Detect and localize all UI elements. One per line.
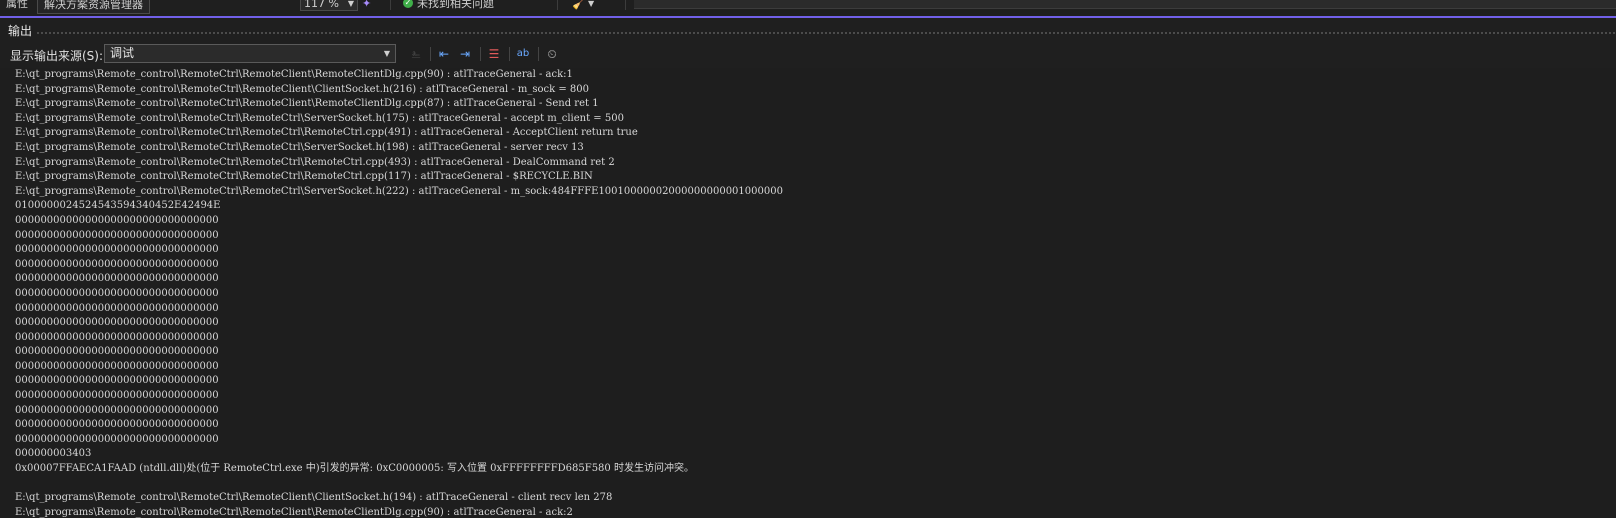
output-line: 00000000000000000000000000000000: [15, 419, 219, 431]
output-line: 00000000000000000000000000000000: [15, 346, 219, 358]
output-line: 00000000000000000000000000000000: [15, 287, 219, 299]
output-line: 00000000000000000000000000000000: [15, 331, 219, 343]
output-line: 00000000000000000000000000000000: [15, 258, 219, 270]
output-line: 00000000000000000000000000000000: [15, 302, 219, 314]
output-line: 00000000000000000000000000000000: [15, 244, 219, 256]
output-line: E:\qt_programs\Remote_control\RemoteCtrl…: [15, 98, 599, 110]
output-line: 000000003403: [15, 448, 92, 460]
output-line: E:\qt_programs\Remote_control\RemoteCtrl…: [15, 506, 573, 518]
output-line: E:\qt_programs\Remote_control\RemoteCtrl…: [15, 112, 624, 124]
clock-icon[interactable]: ⏲: [543, 45, 561, 63]
chevron-down-icon[interactable]: ▼: [588, 0, 594, 12]
output-line: 00000000000000000000000000000000: [15, 390, 219, 402]
go-to-next-message-icon[interactable]: ⇥: [456, 45, 474, 63]
output-source-value: 调试: [110, 46, 135, 60]
separator: [480, 47, 481, 61]
output-line: 0100000024524543594340452E42494E: [15, 200, 221, 212]
output-line: E:\qt_programs\Remote_control\RemoteCtrl…: [15, 69, 573, 80]
output-line: E:\qt_programs\Remote_control\RemoteCtrl…: [15, 83, 590, 95]
go-to-previous-message-icon[interactable]: ⇤: [435, 45, 453, 63]
toggle-word-wrap-icon[interactable]: ab: [514, 45, 532, 63]
separator: [509, 47, 510, 61]
broom-icon[interactable]: 🧹: [572, 0, 587, 10]
clear-all-icon[interactable]: ☰: [485, 45, 503, 63]
issues-status[interactable]: 未找到相关问题: [417, 0, 494, 12]
find-message-in-code-icon[interactable]: ⎁: [407, 45, 425, 63]
output-line: 00000000000000000000000000000000: [15, 404, 219, 416]
copilot-icon[interactable]: ✦: [362, 0, 371, 12]
editor-navigation-bar[interactable]: [634, 0, 1616, 9]
zoom-value: 117 %: [304, 0, 339, 10]
chevron-down-icon: ▼: [347, 0, 354, 8]
output-line: E:\qt_programs\Remote_control\RemoteCtrl…: [15, 141, 584, 153]
output-line: 00000000000000000000000000000000: [15, 375, 219, 387]
solution-explorer-tab[interactable]: 解决方案资源管理器: [37, 0, 150, 14]
output-line: 00000000000000000000000000000000: [15, 433, 219, 445]
output-line: 00000000000000000000000000000000: [15, 360, 219, 372]
top-toolbar-strip: 属性 解决方案资源管理器 117 % ▼ ✦ ✓ 未找到相关问题 🧹 ▼: [0, 0, 1616, 14]
properties-tab[interactable]: 属性: [6, 0, 28, 12]
separator: [390, 0, 391, 10]
separator: [625, 0, 626, 10]
output-source-dropdown[interactable]: 调试 ▼: [104, 44, 396, 63]
panel-drag-grip[interactable]: [36, 31, 1616, 35]
output-line: 00000000000000000000000000000000: [15, 229, 219, 241]
output-line: [15, 477, 783, 492]
zoom-dropdown[interactable]: 117 % ▼: [300, 0, 358, 11]
output-line: E:\qt_programs\Remote_control\RemoteCtrl…: [15, 171, 593, 183]
output-line: E:\qt_programs\Remote_control\RemoteCtrl…: [15, 492, 613, 504]
separator: [538, 47, 539, 61]
output-line: E:\qt_programs\Remote_control\RemoteCtrl…: [15, 127, 638, 139]
output-line: 0x00007FFAECA1FAAD (ntdll.dll)处(位于 Remot…: [15, 463, 694, 475]
output-panel-header: 输出: [0, 18, 1616, 40]
output-lines: E:\qt_programs\Remote_control\RemoteCtrl…: [15, 68, 783, 518]
output-line: 00000000000000000000000000000000: [15, 273, 219, 285]
check-circle-icon: ✓: [403, 0, 413, 8]
output-source-label: 显示输出来源(S):: [10, 49, 104, 63]
chevron-down-icon: ▼: [383, 49, 390, 58]
output-text-area[interactable]: E:\qt_programs\Remote_control\RemoteCtrl…: [0, 68, 1616, 518]
separator: [557, 0, 558, 10]
output-toolbar: 显示输出来源(S): 调试 ▼ ⎁ ⇤ ⇥ ☰ ab ⏲: [0, 40, 1616, 68]
separator: [430, 47, 431, 61]
output-line: 00000000000000000000000000000000: [15, 214, 219, 226]
output-line: E:\qt_programs\Remote_control\RemoteCtrl…: [15, 156, 615, 168]
panel-title[interactable]: 输出: [8, 22, 32, 39]
output-line: E:\qt_programs\Remote_control\RemoteCtrl…: [15, 185, 783, 197]
output-line: 00000000000000000000000000000000: [15, 317, 219, 329]
